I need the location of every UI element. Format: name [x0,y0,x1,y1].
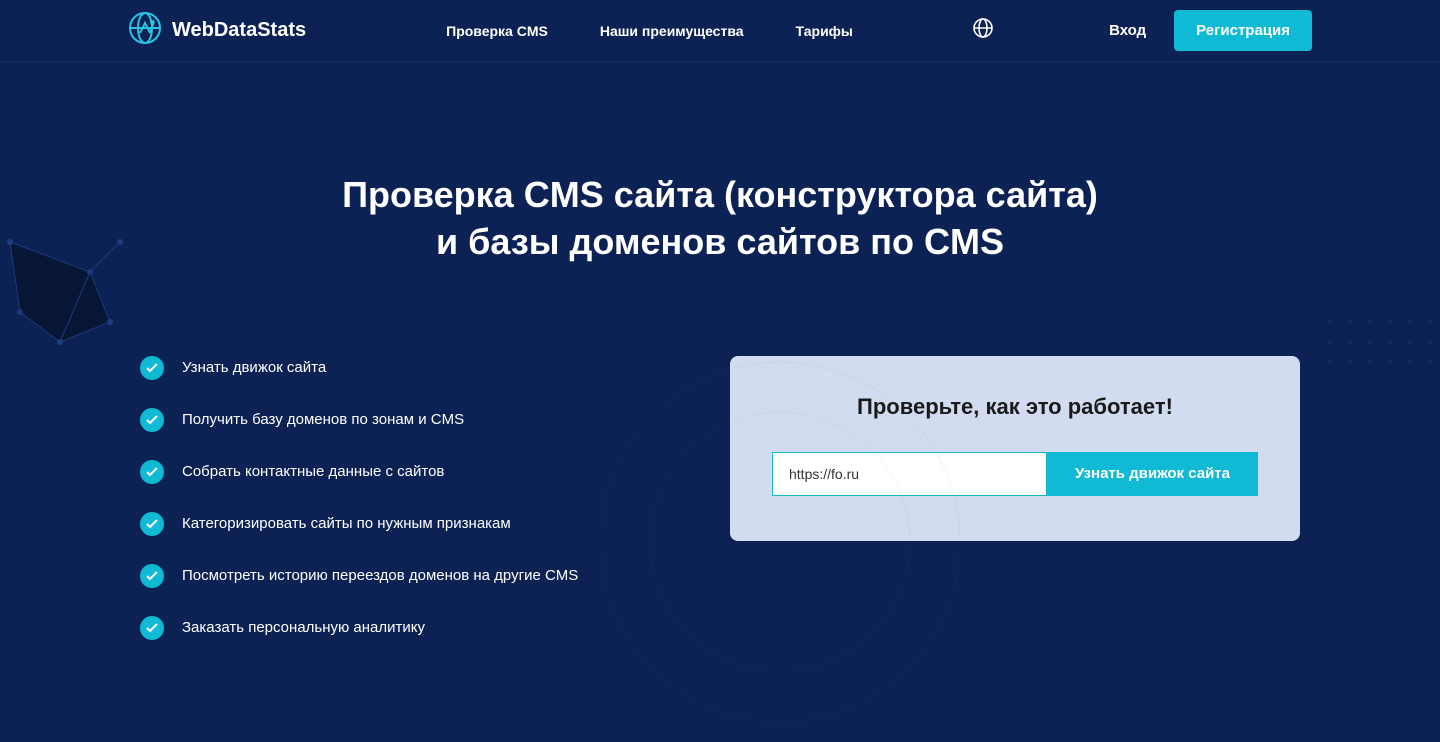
login-link[interactable]: Вход [1109,22,1146,39]
feature-item: Узнать движок сайта [140,356,670,380]
feature-item: Категоризировать сайты по нужным признак… [140,512,670,536]
check-icon [140,356,164,380]
check-icon [140,512,164,536]
feature-text: Собрать контактные данные с сайтов [182,463,444,480]
language-selector[interactable] [973,18,993,43]
feature-text: Заказать персональную аналитику [182,619,425,636]
feature-item: Заказать персональную аналитику [140,616,670,640]
hero-title-line2: и базы доменов сайтов по CMS [436,221,1004,262]
check-icon [140,564,164,588]
feature-text: Посмотреть историю переездов доменов на … [182,567,578,584]
globe-icon [973,25,993,42]
nav-advantages[interactable]: Наши преимущества [600,23,744,39]
hero-title: Проверка CMS сайта (конструктора сайта) … [270,172,1170,266]
check-icon [140,408,164,432]
nav-pricing[interactable]: Тарифы [796,23,853,39]
url-input[interactable] [772,452,1047,496]
feature-text: Узнать движок сайта [182,359,326,376]
check-icon [140,616,164,640]
try-form: Узнать движок сайта [772,452,1258,496]
feature-item: Посмотреть историю переездов доменов на … [140,564,670,588]
register-button[interactable]: Регистрация [1174,10,1312,51]
check-icon [140,460,164,484]
feature-item: Получить базу доменов по зонам и CMS [140,408,670,432]
feature-list: Узнать движок сайта Получить базу домено… [140,356,670,640]
auth-actions: Вход Регистрация [1109,10,1312,51]
nav-cms-check[interactable]: Проверка CMS [446,23,548,39]
logo-text: WebDataStats [172,19,306,42]
try-panel: Проверьте, как это работает! Узнать движ… [730,356,1300,541]
hero-title-line1: Проверка CMS сайта (конструктора сайта) [342,174,1098,215]
feature-item: Собрать контактные данные с сайтов [140,460,670,484]
main-nav: Проверка CMS Наши преимущества Тарифы [446,23,853,39]
header: WebDataStats Проверка CMS Наши преимущес… [0,0,1440,62]
check-engine-button[interactable]: Узнать движок сайта [1047,452,1258,496]
feature-text: Получить базу доменов по зонам и CMS [182,411,464,428]
feature-text: Категоризировать сайты по нужным признак… [182,515,511,532]
try-title: Проверьте, как это работает! [772,394,1258,420]
logo-icon [128,11,162,50]
logo[interactable]: WebDataStats [128,11,306,50]
hero-section: Проверка CMS сайта (конструктора сайта) … [0,62,1440,640]
hero-content: Узнать движок сайта Получить базу домено… [0,356,1440,640]
